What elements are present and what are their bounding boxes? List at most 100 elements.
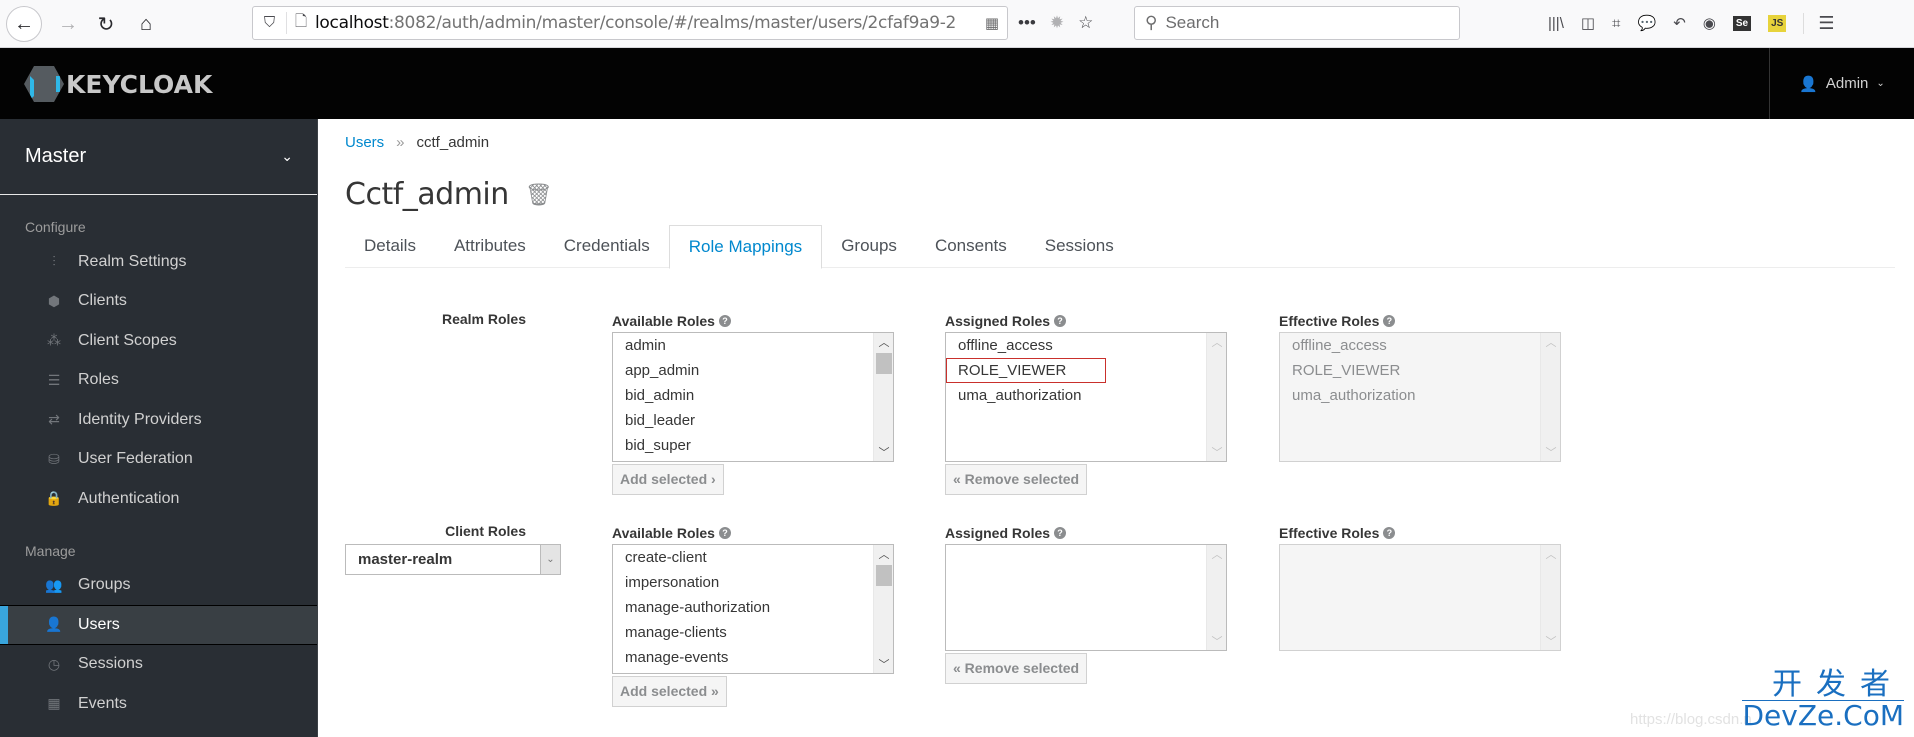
realm-selector[interactable]: Master ⌄ [0, 119, 317, 195]
scroll-up-icon[interactable]: ︿ [874, 334, 893, 350]
help-icon[interactable]: ? [718, 527, 731, 539]
sidebar-item-roles[interactable]: ☰ Roles [0, 361, 317, 401]
sidebar-item-sessions[interactable]: ◷ Sessions [0, 645, 317, 685]
help-icon[interactable]: ? [1054, 527, 1067, 539]
client-available-roles-list[interactable]: create-client impersonation manage-authori… [612, 544, 894, 674]
js-icon[interactable]: JS [1768, 14, 1787, 32]
role-option[interactable]: uma_authorization [946, 383, 1226, 408]
role-option[interactable]: manage-authorization [613, 595, 893, 620]
sidebar-item-events[interactable]: ▦ Events [0, 684, 317, 724]
crop-icon[interactable]: ⌗ [1612, 15, 1620, 32]
keycloak-logo[interactable]: KEYCLOAK [24, 66, 212, 102]
help-icon[interactable]: ? [718, 315, 731, 327]
scroll-thumb[interactable] [876, 353, 892, 374]
scrollbar[interactable]: ︿ ﹀ [873, 333, 893, 461]
undo-icon[interactable]: ↶ [1673, 14, 1686, 32]
scrollbar[interactable]: ︿ ﹀ [1206, 545, 1226, 650]
keycloak-logo-icon [24, 66, 64, 102]
role-option[interactable]: bid_super [613, 433, 893, 458]
chat-icon[interactable]: 💬 [1638, 14, 1657, 32]
sidebar-item-users[interactable]: 👤 Users [0, 605, 317, 645]
role-option[interactable]: bid_leader [613, 408, 893, 433]
browser-extension-bar: |||\ ◫ ⌗ 💬 ↶ ◉ Se JS ☰ [1548, 6, 1834, 40]
sidebar-item-user-federation[interactable]: ⛁ User Federation [0, 440, 317, 480]
more-icon[interactable]: ••• [1018, 13, 1036, 33]
role-option[interactable]: manage-events [613, 645, 893, 670]
scroll-up-icon[interactable]: ︿ [874, 546, 893, 562]
realm-available-column: Available Roles? admin app_admin bid_admin… [612, 311, 894, 495]
add-selected-button[interactable]: Add selected » [612, 676, 727, 707]
add-selected-button[interactable]: Add selected › [612, 464, 724, 495]
qr-code-icon[interactable]: ▦ [985, 14, 999, 32]
bug-icon[interactable]: ✹ [1050, 13, 1064, 33]
scrollbar[interactable]: ︿ ﹀ [1206, 333, 1226, 461]
options: admin app_admin bid_admin bid_leader bid_sup… [613, 333, 893, 458]
user-menu[interactable]: 👤 Admin ⌄ [1769, 48, 1914, 119]
home-icon[interactable]: ⌂ [128, 6, 164, 42]
sidebar-item-clients[interactable]: ⬢ Clients [0, 282, 317, 322]
tab-groups[interactable]: Groups [822, 225, 916, 268]
breadcrumb-users-link[interactable]: Users [345, 134, 384, 151]
scroll-down-icon[interactable]: ﹀ [1207, 444, 1226, 460]
section-configure: Configure [25, 219, 86, 235]
address-bar[interactable]: ⛉ 🗋 localhost:8082/auth/admin/master/con… [252, 6, 1008, 40]
scrollbar[interactable]: ︿ ﹀ [873, 545, 893, 673]
tab-attributes[interactable]: Attributes [435, 225, 545, 268]
trash-icon[interactable]: 🗑 [525, 182, 553, 208]
help-icon[interactable]: ? [1383, 527, 1396, 539]
reload-icon[interactable]: ↻ [88, 6, 124, 42]
tab-credentials[interactable]: Credentials [545, 225, 669, 268]
scroll-down-icon[interactable]: ﹀ [874, 444, 893, 460]
scroll-down-icon[interactable]: ﹀ [874, 656, 893, 672]
realm-available-roles-list[interactable]: admin app_admin bid_admin bid_leader bid_sup… [612, 332, 894, 462]
chevron-down-icon[interactable]: ⌄ [540, 545, 560, 574]
tab-details[interactable]: Details [345, 225, 435, 268]
role-option[interactable]: offline_access [946, 333, 1226, 358]
forward-icon[interactable]: → [50, 6, 86, 42]
role-option[interactable]: ROLE_VIEWER [1280, 358, 1560, 383]
sidebar-icon[interactable]: ◫ [1581, 14, 1595, 32]
sidebar-item-label: Client Scopes [78, 331, 177, 349]
sidebar-item-authentication[interactable]: 🔒 Authentication [0, 479, 317, 519]
tab-role-mappings[interactable]: Role Mappings [668, 225, 823, 269]
sidebar-item-realm-settings[interactable]: ⫶ Realm Settings [0, 242, 317, 282]
selenium-icon[interactable]: Se [1732, 15, 1752, 31]
role-option[interactable]: app_admin [613, 358, 893, 383]
realm-assigned-roles-list[interactable]: offline_access ROLE_VIEWER uma_authorizati… [945, 332, 1227, 462]
menu-icon[interactable]: ☰ [1803, 12, 1834, 34]
role-option[interactable]: create-client [613, 545, 893, 570]
role-option[interactable]: manage-clients [613, 620, 893, 645]
tab-sessions[interactable]: Sessions [1026, 225, 1133, 268]
scroll-up-icon[interactable]: ︿ [1207, 546, 1226, 562]
scroll-up-icon: ︿ [1545, 337, 1557, 349]
search-input[interactable]: ⚲ Search [1134, 6, 1460, 40]
sidebar-item-groups[interactable]: 👥 Groups [0, 566, 317, 606]
scroll-thumb[interactable] [876, 565, 892, 586]
client-select[interactable]: master-realm ⌄ [345, 544, 561, 575]
help-icon[interactable]: ? [1383, 315, 1396, 327]
role-option[interactable]: impersonation [613, 570, 893, 595]
url-text[interactable]: localhost:8082/auth/admin/master/console… [315, 13, 955, 33]
role-option[interactable]: admin [613, 333, 893, 358]
account-icon[interactable]: ◉ [1703, 14, 1716, 32]
scroll-down-icon[interactable]: ﹀ [1207, 633, 1226, 649]
role-option[interactable]: bid_admin [613, 383, 893, 408]
sidebar-item-identity-providers[interactable]: ⇄ Identity Providers [0, 400, 317, 440]
remove-selected-button[interactable]: « Remove selected [945, 464, 1088, 495]
tab-consents[interactable]: Consents [916, 225, 1026, 268]
column-label-text: Effective Roles [1279, 313, 1380, 329]
scroll-up-icon[interactable]: ︿ [1207, 334, 1226, 350]
role-option[interactable]: offline_access [1280, 333, 1560, 358]
search-icon: ⚲ [1145, 13, 1158, 32]
remove-selected-button[interactable]: « Remove selected [945, 653, 1088, 684]
options: offline_access ROLE_VIEWER uma_authorizati… [946, 333, 1226, 408]
role-option[interactable]: uma_authorization [1280, 383, 1560, 408]
role-option[interactable]: ROLE_VIEWER [946, 358, 1106, 383]
client-assigned-roles-list[interactable]: ︿ ﹀ [945, 544, 1227, 651]
shield-icon[interactable]: ⛉ [253, 12, 287, 34]
back-icon[interactable]: ← [6, 6, 42, 42]
help-icon[interactable]: ? [1054, 315, 1067, 327]
bookmark-star-icon[interactable]: ☆ [1078, 13, 1093, 33]
library-icon[interactable]: |||\ [1548, 15, 1564, 32]
sidebar-item-client-scopes[interactable]: ⁂ Client Scopes [0, 321, 317, 361]
